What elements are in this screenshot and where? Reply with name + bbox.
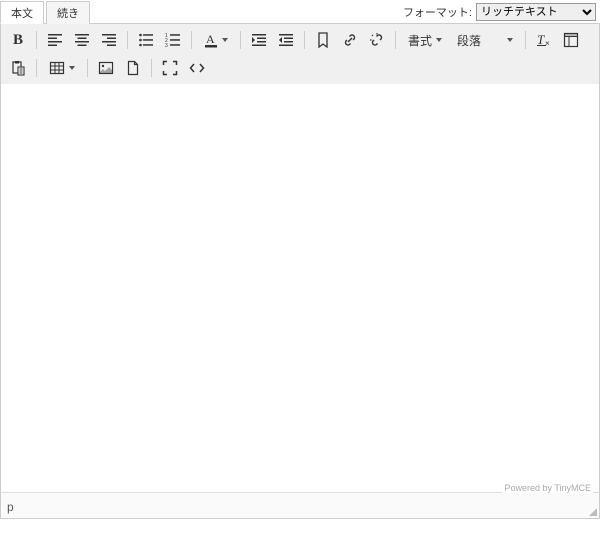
bold-button[interactable]: B [5, 28, 31, 52]
align-left-button[interactable] [42, 28, 68, 52]
caret-icon [436, 38, 442, 42]
powered-by-label: Powered by TinyMCE [502, 483, 593, 493]
file-button[interactable] [120, 56, 146, 80]
caret-icon [222, 38, 228, 42]
bullet-list-icon [138, 32, 154, 48]
style-select-label: 書式 [408, 32, 432, 49]
status-bar: Powered by TinyMCE p [1, 492, 599, 518]
format-select[interactable]: リッチテキスト [476, 3, 596, 21]
tab-body[interactable]: 本文 [0, 1, 44, 24]
image-button[interactable] [93, 56, 119, 80]
numbered-list-icon: 123 [165, 32, 181, 48]
paste-icon [10, 60, 26, 76]
clear-formatting-icon: T× [536, 32, 552, 48]
text-color-icon: A [204, 32, 218, 48]
style-select[interactable]: 書式 [401, 28, 449, 52]
template-button[interactable] [558, 28, 584, 52]
block-format-label: 段落 [457, 32, 481, 49]
file-icon [125, 60, 141, 76]
table-button[interactable] [42, 56, 82, 80]
caret-icon [507, 38, 513, 42]
block-format-select[interactable]: 段落 [450, 28, 520, 52]
link-button[interactable] [337, 28, 363, 52]
svg-text:3: 3 [165, 43, 168, 48]
align-right-icon [101, 32, 117, 48]
unlink-button[interactable] [364, 28, 390, 52]
separator [87, 59, 88, 77]
top-bar: 本文 続き フォーマット: リッチテキスト [0, 0, 600, 24]
text-color-button[interactable]: A [197, 28, 235, 52]
resize-handle[interactable] [587, 506, 597, 516]
unlink-icon [369, 32, 385, 48]
paste-button[interactable] [5, 56, 31, 80]
separator [240, 31, 241, 49]
fullscreen-button[interactable] [157, 56, 183, 80]
indent-icon [251, 32, 267, 48]
toolbar-row-1: B 123 A [5, 26, 595, 54]
align-center-button[interactable] [69, 28, 95, 52]
format-group: フォーマット: リッチテキスト [403, 3, 600, 21]
caret-icon [69, 66, 75, 70]
separator [525, 31, 526, 49]
template-icon [563, 32, 579, 48]
toolbar: B 123 A [1, 24, 599, 84]
image-icon [98, 60, 114, 76]
bookmark-icon [315, 32, 331, 48]
separator [395, 31, 396, 49]
svg-text:T: T [537, 32, 545, 47]
outdent-icon [278, 32, 294, 48]
format-label: フォーマット: [403, 4, 472, 20]
separator [127, 31, 128, 49]
fullscreen-icon [162, 60, 178, 76]
bookmark-button[interactable] [310, 28, 336, 52]
source-code-button[interactable] [184, 56, 210, 80]
separator [151, 59, 152, 77]
indent-button[interactable] [246, 28, 272, 52]
tab-more[interactable]: 続き [46, 1, 90, 24]
table-icon [49, 60, 65, 76]
editor-tabs: 本文 続き [0, 0, 92, 23]
align-center-icon [74, 32, 90, 48]
align-right-button[interactable] [96, 28, 122, 52]
element-path[interactable]: p [7, 500, 14, 514]
editor-content-area[interactable] [1, 84, 599, 492]
bold-icon: B [13, 32, 23, 49]
clear-formatting-button[interactable]: T× [531, 28, 557, 52]
code-icon [189, 60, 205, 76]
outdent-button[interactable] [273, 28, 299, 52]
svg-text:A: A [206, 32, 215, 46]
numbered-list-button[interactable]: 123 [160, 28, 186, 52]
separator [304, 31, 305, 49]
separator [36, 31, 37, 49]
svg-text:×: × [545, 39, 550, 48]
separator [36, 59, 37, 77]
separator [191, 31, 192, 49]
link-icon [342, 32, 358, 48]
editor-container: B 123 A [0, 24, 600, 519]
toolbar-row-2 [5, 54, 595, 82]
align-left-icon [47, 32, 63, 48]
bullet-list-button[interactable] [133, 28, 159, 52]
